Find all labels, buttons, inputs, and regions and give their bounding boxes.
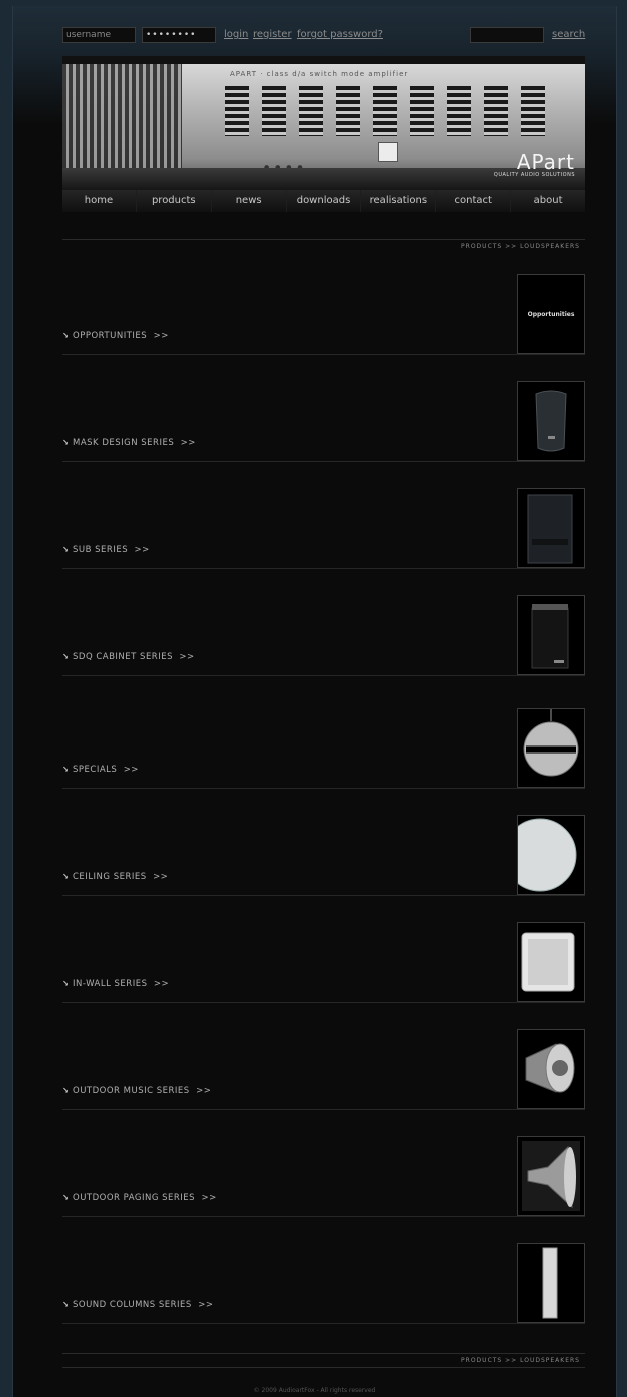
forgot-password-link[interactable]: forgot password?	[297, 29, 383, 40]
nav-products[interactable]: products	[137, 190, 212, 212]
category-label[interactable]: ↘ OUTDOOR PAGING SERIES >>	[62, 1193, 217, 1203]
cabinet-speaker-thumb[interactable]	[517, 595, 585, 675]
nav-contact[interactable]: contact	[436, 190, 512, 212]
apart-logo[interactable]: APart QUALITY AUDIO SOLUTIONS	[494, 152, 575, 178]
nav-news[interactable]: news	[212, 190, 287, 212]
arrow-icon: ↘	[62, 979, 70, 988]
category-row-outdoor-paging[interactable]: ↘ OUTDOOR PAGING SERIES >>	[62, 1131, 585, 1217]
footer-breadcrumb[interactable]: PRODUCTS >> LOUDSPEAKERS	[461, 1357, 580, 1364]
arrow-icon: ↘	[62, 765, 70, 774]
arrow-icon: ↘	[62, 652, 70, 661]
login-link[interactable]: login	[224, 29, 248, 40]
password-field[interactable]: ••••••••	[142, 27, 216, 43]
nav-about[interactable]: about	[511, 190, 585, 212]
category-label[interactable]: ↘ SDQ CABINET SERIES >>	[62, 652, 195, 662]
arrow-icon: ↘	[62, 1300, 70, 1309]
main-nav: home products news downloads realisation…	[62, 190, 585, 212]
category-row-sub[interactable]: ↘ SUB SERIES >>	[62, 483, 585, 569]
register-link[interactable]: register	[253, 29, 292, 40]
arrow-icon: ↘	[62, 331, 70, 340]
category-row-sdq-cabinet[interactable]: ↘ SDQ CABINET SERIES >>	[62, 590, 585, 676]
thumb-caption: Opportunities	[527, 310, 575, 318]
column-speaker-thumb[interactable]	[517, 1243, 585, 1323]
category-label[interactable]: ↘ SUB SERIES >>	[62, 545, 150, 555]
mask-speaker-thumb[interactable]	[517, 381, 585, 461]
category-row-in-wall[interactable]: ↘ IN-WALL SERIES >>	[62, 917, 585, 1003]
category-row-outdoor-music[interactable]: ↘ OUTDOOR MUSIC SERIES >>	[62, 1024, 585, 1110]
category-row-specials[interactable]: ↘ SPECIALS >>	[62, 703, 585, 789]
amplifier-caption: APART · class d/a switch mode amplifier	[230, 70, 409, 78]
username-field[interactable]: username	[62, 27, 136, 43]
category-label[interactable]: ↘ SPECIALS >>	[62, 765, 139, 775]
opportunities-thumb[interactable]: Opportunities	[517, 274, 585, 354]
amplifier-vents	[225, 86, 545, 136]
footer-divider	[62, 1353, 585, 1354]
category-row-mask-design[interactable]: ↘ MASK DESIGN SERIES >>	[62, 376, 585, 462]
footer-divider-bottom	[62, 1367, 585, 1368]
pendant-speaker-thumb[interactable]	[517, 708, 585, 788]
nav-home[interactable]: home	[62, 190, 137, 212]
category-row-opportunities[interactable]: ↘ OPPORTUNITIES >> Opportunities	[62, 269, 585, 355]
category-label[interactable]: ↘ SOUND COLUMNS SERIES >>	[62, 1300, 213, 1310]
arrow-icon: ↘	[62, 1086, 70, 1095]
category-label[interactable]: ↘ OUTDOOR MUSIC SERIES >>	[62, 1086, 211, 1096]
category-label[interactable]: ↘ OPPORTUNITIES >>	[62, 331, 169, 341]
inwall-speaker-thumb[interactable]	[517, 922, 585, 1002]
logo-tagline: QUALITY AUDIO SOLUTIONS	[493, 172, 575, 178]
breadcrumb-divider	[62, 239, 585, 240]
arrow-icon: ↘	[62, 545, 70, 554]
search-button[interactable]: search	[552, 29, 585, 40]
nav-realisations[interactable]: realisations	[361, 190, 437, 212]
category-label[interactable]: ↘ CEILING SERIES >>	[62, 872, 168, 882]
arrow-icon: ↘	[62, 872, 70, 881]
copyright: © 2009 AudioartFox - All rights reserved	[253, 1387, 376, 1394]
subwoofer-thumb[interactable]	[517, 488, 585, 568]
nav-downloads[interactable]: downloads	[287, 190, 362, 212]
category-row-ceiling[interactable]: ↘ CEILING SERIES >>	[62, 810, 585, 896]
header-banner: APART · class d/a switch mode amplifier …	[62, 56, 585, 190]
category-row-sound-columns[interactable]: ↘ SOUND COLUMNS SERIES >>	[62, 1238, 585, 1324]
logo-text: APart	[516, 150, 575, 174]
outdoor-speaker-thumb[interactable]	[517, 1029, 585, 1109]
arrow-icon: ↘	[62, 1193, 70, 1202]
ceiling-speaker-thumb[interactable]	[517, 815, 585, 895]
horn-speaker-thumb[interactable]	[517, 1136, 585, 1216]
search-input[interactable]	[470, 27, 544, 43]
arrow-icon: ↘	[62, 438, 70, 447]
breadcrumb[interactable]: PRODUCTS >> LOUDSPEAKERS	[461, 243, 580, 250]
category-label[interactable]: ↘ MASK DESIGN SERIES >>	[62, 438, 196, 448]
page-frame: username •••••••• login register forgot …	[12, 6, 617, 1397]
category-label[interactable]: ↘ IN-WALL SERIES >>	[62, 979, 169, 989]
login-bar: username •••••••• login register forgot …	[62, 27, 585, 44]
power-switch-icon	[378, 142, 398, 162]
